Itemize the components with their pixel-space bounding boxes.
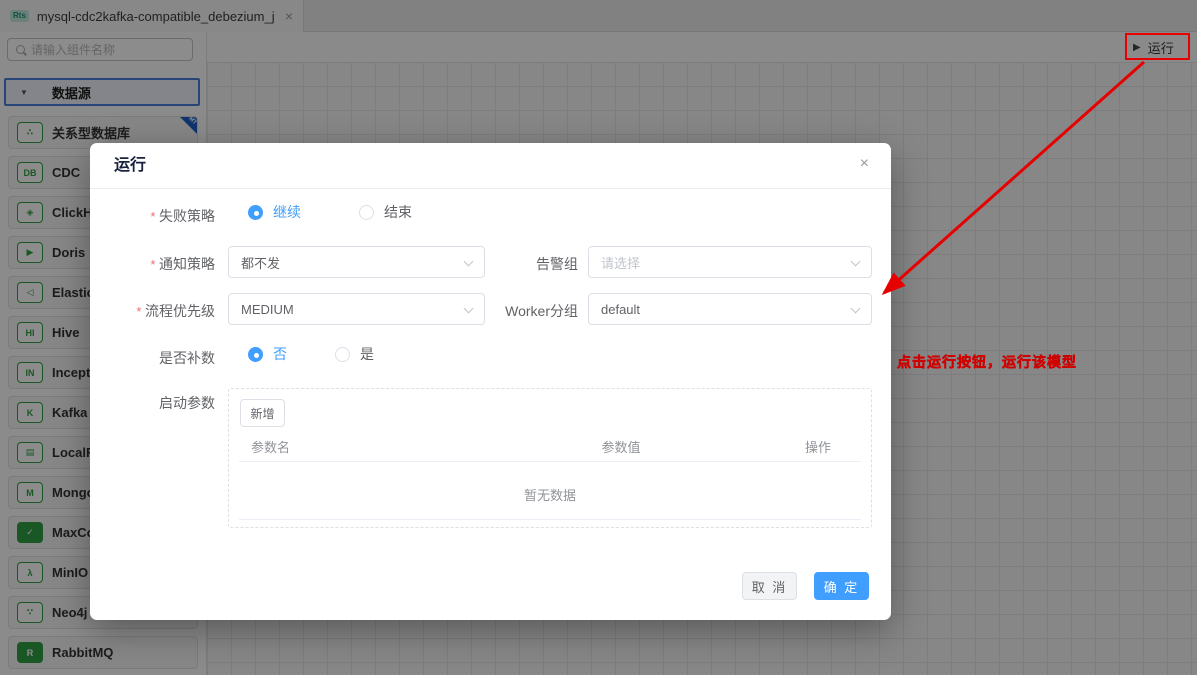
- select-value: default: [601, 302, 640, 317]
- divider: [239, 519, 861, 520]
- backfill-radio-group: 否 是: [248, 344, 374, 364]
- radio-end[interactable]: 结束: [359, 202, 412, 222]
- radio-label: 结束: [384, 202, 412, 222]
- col-param-name: 参数名: [251, 437, 451, 456]
- select-value: MEDIUM: [241, 302, 294, 317]
- annotation-note: 点击运行按钮，运行该模型: [897, 352, 1077, 372]
- params-table-header: 参数名 参数值 操作: [229, 437, 871, 456]
- priority-label: 流程优先级: [90, 301, 215, 321]
- radio-label: 继续: [273, 202, 301, 222]
- dialog-title: 运行: [114, 143, 146, 189]
- dialog-header: 运行 ×: [90, 143, 891, 189]
- worker-group-select[interactable]: default: [588, 293, 872, 325]
- failure-strategy-label: 失败策略: [90, 206, 215, 226]
- failure-strategy-radio-group: 继续 结束: [248, 202, 412, 222]
- dialog-close-icon[interactable]: ×: [860, 156, 869, 172]
- select-value: 都不发: [241, 253, 280, 272]
- confirm-button[interactable]: 确 定: [814, 572, 869, 600]
- select-placeholder: 请选择: [601, 253, 640, 272]
- empty-state-text: 暂无数据: [229, 485, 871, 504]
- notify-strategy-select[interactable]: 都不发: [228, 246, 485, 278]
- add-param-button[interactable]: 新增: [240, 399, 285, 427]
- radio-selected-icon: [248, 205, 263, 220]
- startup-params-label: 启动参数: [90, 393, 215, 413]
- divider: [239, 461, 861, 462]
- chevron-down-icon: [851, 304, 861, 314]
- backfill-label: 是否补数: [90, 348, 215, 368]
- run-dialog: 运行 × 失败策略 继续 结束 通知策略 都不发 告警组 请选择 流程优先: [90, 143, 891, 620]
- radio-unselected-icon: [359, 205, 374, 220]
- cancel-button[interactable]: 取 消: [742, 572, 797, 600]
- radio-continue[interactable]: 继续: [248, 202, 301, 222]
- chevron-down-icon: [851, 257, 861, 267]
- radio-unselected-icon: [335, 347, 350, 362]
- alert-group-label: 告警组: [464, 254, 578, 274]
- priority-select[interactable]: MEDIUM: [228, 293, 485, 325]
- radio-label: 否: [273, 344, 287, 364]
- radio-yes[interactable]: 是: [335, 344, 374, 364]
- alert-group-select[interactable]: 请选择: [588, 246, 872, 278]
- notify-strategy-label: 通知策略: [90, 254, 215, 274]
- col-operation: 操作: [791, 437, 831, 456]
- radio-label: 是: [360, 344, 374, 364]
- app-root: Rts mysql-cdc2kafka-compatible_debezium_…: [0, 0, 1197, 675]
- startup-params-panel: 新增 参数名 参数值 操作 暂无数据: [228, 388, 872, 528]
- radio-selected-icon: [248, 347, 263, 362]
- col-param-value: 参数值: [451, 437, 791, 456]
- worker-group-label: Worker分组: [464, 301, 578, 321]
- radio-no[interactable]: 否: [248, 344, 287, 364]
- run-button-highlight: [1125, 33, 1190, 60]
